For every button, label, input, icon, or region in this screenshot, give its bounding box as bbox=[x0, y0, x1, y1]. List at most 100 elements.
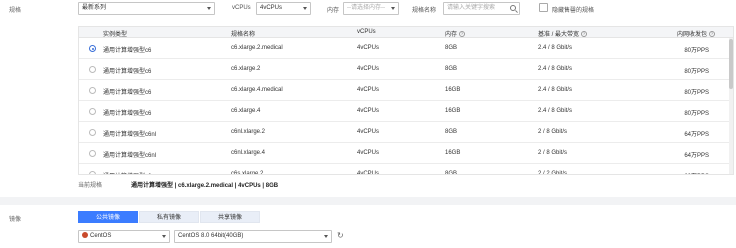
cell-pps: 80万PPS bbox=[684, 90, 709, 96]
help-icon[interactable]: ? bbox=[709, 31, 716, 38]
table-row[interactable]: 通用计算增强型c6 c6.xlarge.4 4vCPUs 16GB 2.4 / 8 Gb… bbox=[79, 101, 733, 122]
vcpus-select[interactable]: 4vCPUs bbox=[256, 2, 311, 15]
chevron-down-icon bbox=[162, 235, 166, 238]
series-select-value: 最新系列 bbox=[82, 5, 107, 11]
image-label: 镜像 bbox=[9, 217, 22, 223]
cell-memory: 16GB bbox=[445, 150, 461, 156]
cell-pps: 80万PPS bbox=[684, 48, 709, 54]
chevron-down-icon bbox=[303, 7, 307, 10]
cell-type: 通用计算增强型c6nl bbox=[103, 132, 157, 138]
current-spec-value: 通用计算增强型 | c6.xlarge.2.medical | 4vCPUs |… bbox=[131, 180, 278, 189]
cell-name: c6.xlarge.2.medical bbox=[231, 45, 283, 51]
cell-type: 通用计算增强型c6 bbox=[103, 69, 152, 75]
cell-pps: 64万PPS bbox=[684, 153, 709, 159]
cell-vcpus: 4vCPUs bbox=[357, 66, 380, 72]
section-divider bbox=[0, 197, 736, 205]
spec-table: 实例类型 规格名称 vCPUs 内存? 基准 / 最大带宽? 内网收发包? 通用… bbox=[78, 26, 734, 175]
table-row[interactable]: 通用计算增强型c6 c6.xlarge.4.medical 4vCPUs 16GB 2.… bbox=[79, 80, 733, 101]
help-icon[interactable]: ? bbox=[581, 31, 588, 38]
tab-private-image[interactable]: 私有镜像 bbox=[139, 211, 199, 223]
help-icon[interactable]: ? bbox=[459, 31, 466, 38]
os-select-value: CentOS bbox=[90, 233, 112, 239]
refresh-icon[interactable]: ↻ bbox=[337, 232, 345, 240]
table-row[interactable]: 通用计算增强型c6nl c6nl.xlarge.2 4vCPUs 8GB 2 / 8 G… bbox=[79, 122, 733, 143]
cell-type: 通用计算增强型c6 bbox=[103, 90, 152, 96]
row-radio[interactable] bbox=[89, 108, 96, 115]
cell-memory: 8GB bbox=[445, 129, 458, 135]
cell-type: 通用计算增强型c6s bbox=[103, 171, 154, 174]
header-pps: 内网收发包? bbox=[677, 29, 716, 38]
header-type: 实例类型 bbox=[103, 32, 128, 38]
header-memory: 内存? bbox=[445, 29, 466, 38]
hide-soldout-checkbox[interactable] bbox=[539, 3, 548, 12]
cell-name: c6.xlarge.4 bbox=[231, 108, 261, 114]
tab-public-image[interactable]: 公共镜像 bbox=[78, 211, 138, 223]
cell-type: 通用计算增强型c6 bbox=[103, 111, 152, 117]
current-spec-details: | c6.xlarge.2.medical | 4vCPUs | 8GB bbox=[173, 183, 279, 189]
cell-type: 通用计算增强型c6 bbox=[103, 48, 152, 54]
cell-memory: 16GB bbox=[445, 108, 461, 114]
header-name: 规格名称 bbox=[231, 32, 256, 38]
cell-memory: 8GB bbox=[445, 45, 458, 51]
vcpus-label: vCPUs bbox=[232, 5, 251, 11]
cell-vcpus: 4vCPUs bbox=[357, 87, 380, 93]
cell-pps: 64万PPS bbox=[684, 132, 709, 138]
cell-vcpus: 4vCPUs bbox=[357, 150, 380, 156]
series-select[interactable]: 最新系列 bbox=[78, 2, 215, 15]
cell-memory: 8GB bbox=[445, 66, 458, 72]
cell-bandwidth: 2.4 / 8 Gbit/s bbox=[538, 87, 573, 93]
cell-name: c6nl.xlarge.4 bbox=[231, 150, 266, 156]
cell-bandwidth: 2 / 8 Gbit/s bbox=[538, 129, 568, 135]
row-radio[interactable] bbox=[89, 66, 96, 73]
cell-type: 通用计算增强型c6nl bbox=[103, 153, 157, 159]
os-version-select[interactable]: CentOS 8.0 64bit(40GB) bbox=[174, 230, 332, 243]
chevron-down-icon bbox=[391, 7, 395, 10]
spec-name-search-placeholder: 请输入关键字搜索 bbox=[447, 5, 496, 11]
table-row[interactable]: 通用计算增强型c6 c6.xlarge.2.medical 4vCPUs 8GB 2.4… bbox=[79, 38, 733, 59]
cell-bandwidth: 2 / 8 Gbit/s bbox=[538, 150, 568, 156]
cell-bandwidth: 2.4 / 8 Gbit/s bbox=[538, 45, 573, 51]
cell-bandwidth: 2 / 2 Gbit/s bbox=[538, 171, 568, 175]
cell-memory: 8GB bbox=[445, 171, 458, 175]
row-radio[interactable] bbox=[89, 87, 96, 94]
header-vcpus: vCPUs bbox=[357, 29, 376, 35]
current-spec: 当前规格 通用计算增强型 | c6.xlarge.2.medical | 4vC… bbox=[78, 180, 278, 189]
os-version-select-value: CentOS 8.0 64bit(40GB) bbox=[178, 233, 244, 239]
cell-vcpus: 4vCPUs bbox=[357, 45, 380, 51]
table-header: 实例类型 规格名称 vCPUs 内存? 基准 / 最大带宽? 内网收发包? bbox=[79, 27, 733, 38]
cell-pps: 80万PPS bbox=[684, 111, 709, 117]
spec-name-search-input[interactable]: 请输入关键字搜索 bbox=[443, 2, 520, 15]
tab-shared-image[interactable]: 共享镜像 bbox=[200, 211, 260, 223]
cell-pps: 80万PPS bbox=[684, 69, 709, 75]
row-radio[interactable] bbox=[89, 150, 96, 157]
memory-label: 内存 bbox=[327, 8, 340, 14]
cell-vcpus: 4vCPUs bbox=[357, 108, 380, 114]
header-bandwidth: 基准 / 最大带宽? bbox=[538, 29, 588, 38]
table-row[interactable]: 通用计算增强型c6nl c6nl.xlarge.4 4vCPUs 16GB 2 / 8 … bbox=[79, 143, 733, 164]
table-scrollbar-thumb[interactable] bbox=[729, 39, 733, 89]
table-row[interactable]: 通用计算增强型c6s c6s.xlarge.2 4vCPUs 8GB 2 / 2 Gbi… bbox=[79, 164, 733, 175]
cell-bandwidth: 2.4 / 8 Gbit/s bbox=[538, 108, 573, 114]
cell-name: c6nl.xlarge.2 bbox=[231, 129, 266, 135]
search-icon bbox=[510, 5, 516, 11]
spec-label: 规格 bbox=[9, 8, 22, 14]
current-spec-type: 通用计算增强型 bbox=[131, 183, 174, 189]
current-spec-label: 当前规格 bbox=[78, 183, 103, 189]
memory-select[interactable]: --请选择内存-- bbox=[343, 2, 399, 15]
row-radio[interactable] bbox=[89, 171, 96, 174]
cell-memory: 16GB bbox=[445, 87, 461, 93]
cell-vcpus: 4vCPUs bbox=[357, 129, 380, 135]
hide-soldout-label: 隐藏售罄的规格 bbox=[552, 8, 595, 14]
cell-name: c6.xlarge.4.medical bbox=[231, 87, 283, 93]
cell-vcpus: 4vCPUs bbox=[357, 171, 380, 175]
table-row[interactable]: 通用计算增强型c6 c6.xlarge.2 4vCPUs 8GB 2.4 / 8 Gbi… bbox=[79, 59, 733, 80]
cell-bandwidth: 2.4 / 8 Gbit/s bbox=[538, 66, 573, 72]
chevron-down-icon bbox=[207, 7, 211, 10]
spec-name-label: 规格名称 bbox=[412, 8, 437, 14]
centos-logo-icon bbox=[82, 232, 88, 238]
row-radio[interactable] bbox=[89, 129, 96, 136]
row-radio[interactable] bbox=[89, 45, 96, 52]
vcpus-select-value: 4vCPUs bbox=[260, 5, 283, 11]
os-select[interactable]: CentOS bbox=[78, 230, 170, 243]
filter-row: 规格 最新系列 vCPUs 4vCPUs 内存 --请选择内存-- 规格名称 请… bbox=[0, 0, 736, 17]
